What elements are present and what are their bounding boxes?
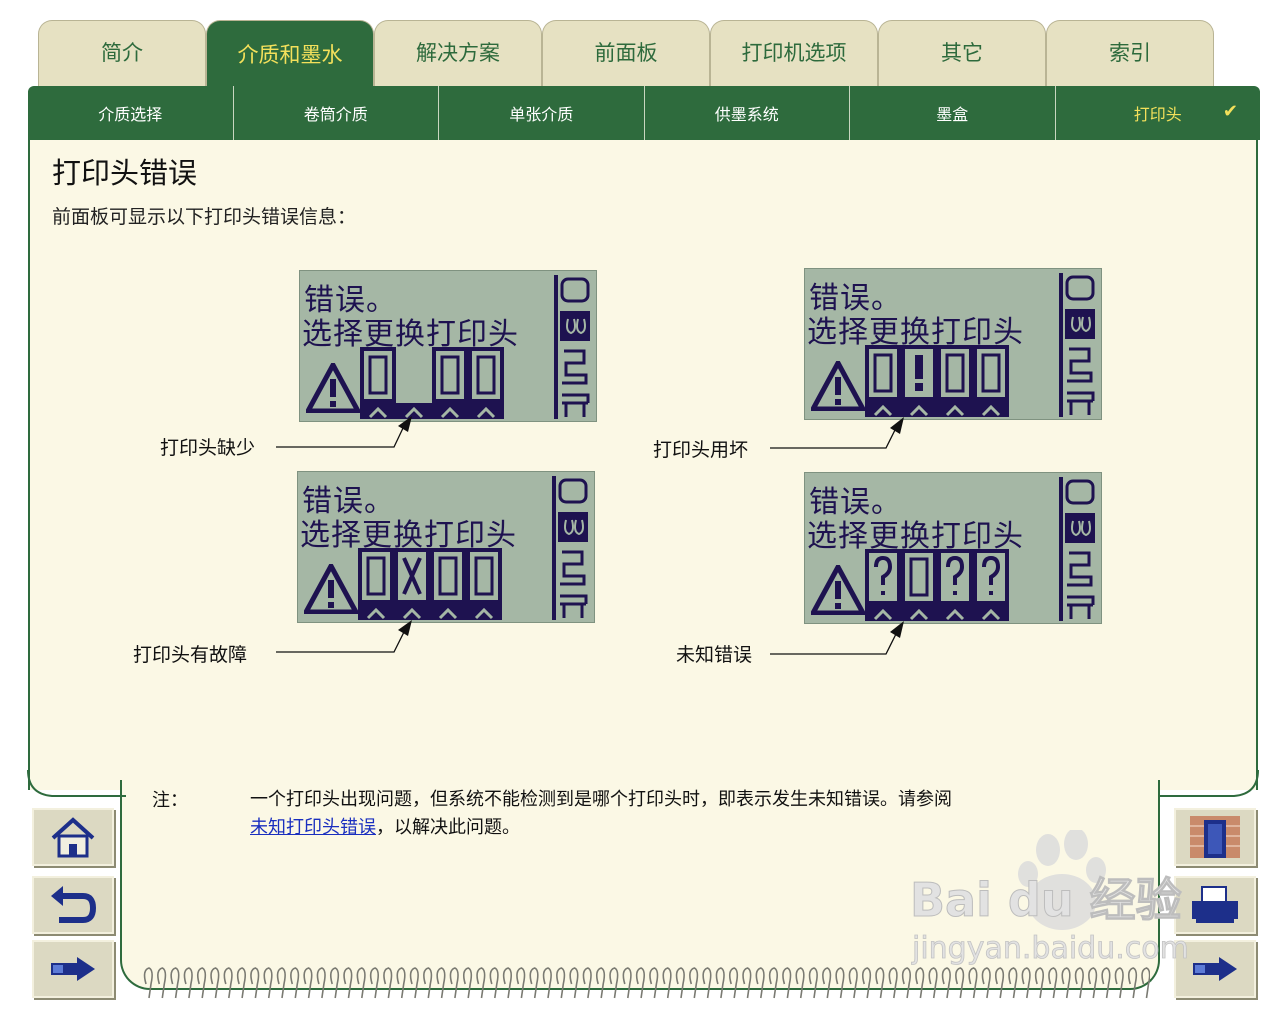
watermark-logo-text: Bai du 经验 bbox=[910, 873, 1182, 927]
watermark-url-text: jingyan.baidu.com bbox=[911, 931, 1189, 966]
note-text-before: 一个打印头出现问题，但系统不能检测到是哪个打印头时，即表示发生未知错误。请参阅 bbox=[250, 789, 952, 810]
back-button[interactable] bbox=[32, 876, 114, 934]
home-button[interactable] bbox=[32, 808, 114, 866]
unknown-printhead-error-link[interactable]: 未知打印头错误 bbox=[250, 817, 376, 838]
pointing-hand-right-icon bbox=[51, 957, 95, 981]
next-page-button[interactable] bbox=[32, 940, 114, 998]
home-icon bbox=[51, 817, 95, 858]
baidu-jingyan-watermark: Bai du 经验 jingyan.baidu.com bbox=[910, 830, 1189, 966]
return-arrow-icon bbox=[51, 886, 97, 923]
note-label: 注： bbox=[152, 790, 188, 811]
note-text-after: ，以解决此问题。 bbox=[376, 817, 520, 838]
